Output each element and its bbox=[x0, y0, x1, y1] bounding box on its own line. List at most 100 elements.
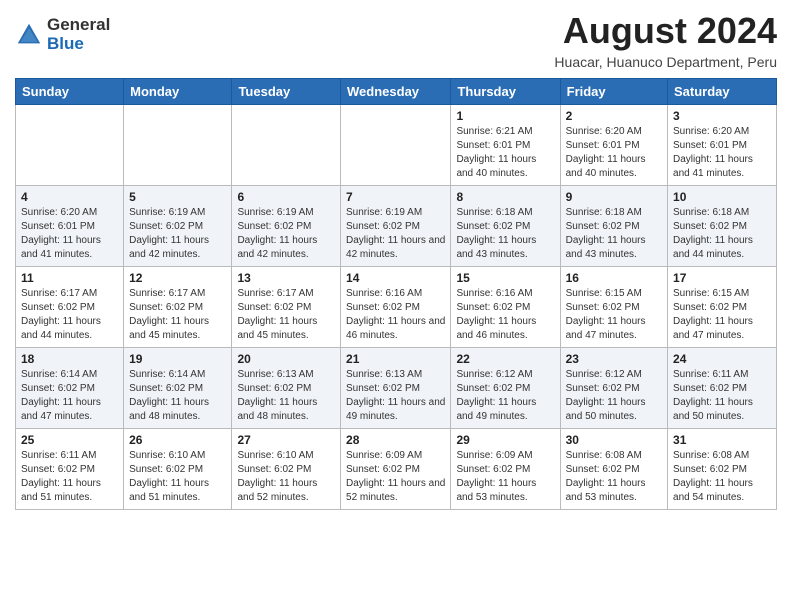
day-info: Sunrise: 6:16 AM Sunset: 6:02 PM Dayligh… bbox=[346, 287, 445, 343]
calendar-cell bbox=[341, 105, 451, 186]
header-monday: Monday bbox=[124, 79, 232, 105]
day-number: 24 bbox=[673, 352, 771, 366]
day-info: Sunrise: 6:10 AM Sunset: 6:02 PM Dayligh… bbox=[237, 449, 335, 505]
day-number: 3 bbox=[673, 109, 771, 123]
day-number: 19 bbox=[129, 352, 226, 366]
day-info: Sunrise: 6:09 AM Sunset: 6:02 PM Dayligh… bbox=[456, 449, 554, 505]
calendar-cell: 30 Sunrise: 6:08 AM Sunset: 6:02 PM Dayli… bbox=[560, 429, 667, 510]
day-info: Sunrise: 6:17 AM Sunset: 6:02 PM Dayligh… bbox=[21, 287, 118, 343]
day-info: Sunrise: 6:15 AM Sunset: 6:02 PM Dayligh… bbox=[566, 287, 662, 343]
day-info: Sunrise: 6:12 AM Sunset: 6:02 PM Dayligh… bbox=[566, 368, 662, 424]
calendar-cell: 29 Sunrise: 6:09 AM Sunset: 6:02 PM Dayli… bbox=[451, 429, 560, 510]
calendar: SundayMondayTuesdayWednesdayThursdayFrid… bbox=[15, 78, 777, 510]
calendar-cell: 31 Sunrise: 6:08 AM Sunset: 6:02 PM Dayli… bbox=[668, 429, 777, 510]
calendar-cell: 10 Sunrise: 6:18 AM Sunset: 6:02 PM Dayli… bbox=[668, 186, 777, 267]
day-number: 23 bbox=[566, 352, 662, 366]
day-number: 20 bbox=[237, 352, 335, 366]
calendar-cell: 16 Sunrise: 6:15 AM Sunset: 6:02 PM Dayli… bbox=[560, 267, 667, 348]
day-info: Sunrise: 6:11 AM Sunset: 6:02 PM Dayligh… bbox=[21, 449, 118, 505]
day-number: 31 bbox=[673, 433, 771, 447]
day-number: 14 bbox=[346, 271, 445, 285]
logo: General Blue bbox=[15, 16, 110, 53]
logo-text: General Blue bbox=[47, 16, 110, 53]
week-row-1: 1 Sunrise: 6:21 AM Sunset: 6:01 PM Daylig… bbox=[16, 105, 777, 186]
calendar-cell bbox=[16, 105, 124, 186]
day-info: Sunrise: 6:08 AM Sunset: 6:02 PM Dayligh… bbox=[566, 449, 662, 505]
day-number: 25 bbox=[21, 433, 118, 447]
day-info: Sunrise: 6:13 AM Sunset: 6:02 PM Dayligh… bbox=[346, 368, 445, 424]
day-number: 9 bbox=[566, 190, 662, 204]
day-number: 11 bbox=[21, 271, 118, 285]
day-info: Sunrise: 6:20 AM Sunset: 6:01 PM Dayligh… bbox=[566, 125, 662, 181]
calendar-header-row: SundayMondayTuesdayWednesdayThursdayFrid… bbox=[16, 79, 777, 105]
day-number: 17 bbox=[673, 271, 771, 285]
page: General Blue August 2024 Huacar, Huanuco… bbox=[0, 0, 792, 525]
day-number: 18 bbox=[21, 352, 118, 366]
day-info: Sunrise: 6:19 AM Sunset: 6:02 PM Dayligh… bbox=[129, 206, 226, 262]
day-info: Sunrise: 6:14 AM Sunset: 6:02 PM Dayligh… bbox=[129, 368, 226, 424]
day-number: 29 bbox=[456, 433, 554, 447]
logo-blue: Blue bbox=[47, 35, 110, 54]
calendar-cell bbox=[232, 105, 341, 186]
calendar-cell: 9Sunrise: 6:18 AM Sunset: 6:02 PM Daylig… bbox=[560, 186, 667, 267]
day-number: 22 bbox=[456, 352, 554, 366]
day-number: 2 bbox=[566, 109, 662, 123]
day-info: Sunrise: 6:09 AM Sunset: 6:02 PM Dayligh… bbox=[346, 449, 445, 505]
day-info: Sunrise: 6:11 AM Sunset: 6:02 PM Dayligh… bbox=[673, 368, 771, 424]
day-number: 8 bbox=[456, 190, 554, 204]
day-number: 4 bbox=[21, 190, 118, 204]
calendar-cell: 17 Sunrise: 6:15 AM Sunset: 6:02 PM Dayli… bbox=[668, 267, 777, 348]
calendar-cell: 15Sunrise: 6:16 AM Sunset: 6:02 PM Dayli… bbox=[451, 267, 560, 348]
day-info: Sunrise: 6:08 AM Sunset: 6:02 PM Dayligh… bbox=[673, 449, 771, 505]
calendar-cell: 22 Sunrise: 6:12 AM Sunset: 6:02 PM Dayli… bbox=[451, 348, 560, 429]
day-info: Sunrise: 6:12 AM Sunset: 6:02 PM Dayligh… bbox=[456, 368, 554, 424]
day-number: 1 bbox=[456, 109, 554, 123]
day-info: Sunrise: 6:13 AM Sunset: 6:02 PM Dayligh… bbox=[237, 368, 335, 424]
calendar-cell: 4 Sunrise: 6:20 AM Sunset: 6:01 PM Daylig… bbox=[16, 186, 124, 267]
week-row-3: 11 Sunrise: 6:17 AM Sunset: 6:02 PM Dayli… bbox=[16, 267, 777, 348]
header-friday: Friday bbox=[560, 79, 667, 105]
day-number: 26 bbox=[129, 433, 226, 447]
day-info: Sunrise: 6:21 AM Sunset: 6:01 PM Dayligh… bbox=[456, 125, 554, 181]
subtitle: Huacar, Huanuco Department, Peru bbox=[554, 54, 777, 70]
day-info: Sunrise: 6:17 AM Sunset: 6:02 PM Dayligh… bbox=[237, 287, 335, 343]
day-info: Sunrise: 6:20 AM Sunset: 6:01 PM Dayligh… bbox=[21, 206, 118, 262]
day-info: Sunrise: 6:15 AM Sunset: 6:02 PM Dayligh… bbox=[673, 287, 771, 343]
week-row-5: 25 Sunrise: 6:11 AM Sunset: 6:02 PM Dayli… bbox=[16, 429, 777, 510]
day-info: Sunrise: 6:18 AM Sunset: 6:02 PM Dayligh… bbox=[673, 206, 771, 262]
day-info: Sunrise: 6:17 AM Sunset: 6:02 PM Dayligh… bbox=[129, 287, 226, 343]
calendar-cell: 14 Sunrise: 6:16 AM Sunset: 6:02 PM Dayli… bbox=[341, 267, 451, 348]
calendar-cell: 7Sunrise: 6:19 AM Sunset: 6:02 PM Daylig… bbox=[341, 186, 451, 267]
calendar-cell: 23 Sunrise: 6:12 AM Sunset: 6:02 PM Dayli… bbox=[560, 348, 667, 429]
day-info: Sunrise: 6:19 AM Sunset: 6:02 PM Dayligh… bbox=[237, 206, 335, 262]
day-number: 7 bbox=[346, 190, 445, 204]
week-row-4: 18 Sunrise: 6:14 AM Sunset: 6:02 PM Dayli… bbox=[16, 348, 777, 429]
header: General Blue August 2024 Huacar, Huanuco… bbox=[15, 10, 777, 70]
day-number: 12 bbox=[129, 271, 226, 285]
day-number: 10 bbox=[673, 190, 771, 204]
day-number: 16 bbox=[566, 271, 662, 285]
day-info: Sunrise: 6:10 AM Sunset: 6:02 PM Dayligh… bbox=[129, 449, 226, 505]
day-info: Sunrise: 6:14 AM Sunset: 6:02 PM Dayligh… bbox=[21, 368, 118, 424]
header-tuesday: Tuesday bbox=[232, 79, 341, 105]
calendar-cell: 19 Sunrise: 6:14 AM Sunset: 6:02 PM Dayli… bbox=[124, 348, 232, 429]
day-number: 27 bbox=[237, 433, 335, 447]
day-info: Sunrise: 6:16 AM Sunset: 6:02 PM Dayligh… bbox=[456, 287, 554, 343]
day-number: 5 bbox=[129, 190, 226, 204]
header-sunday: Sunday bbox=[16, 79, 124, 105]
calendar-cell: 3Sunrise: 6:20 AM Sunset: 6:01 PM Daylig… bbox=[668, 105, 777, 186]
calendar-cell: 21Sunrise: 6:13 AM Sunset: 6:02 PM Dayli… bbox=[341, 348, 451, 429]
title-block: August 2024 Huacar, Huanuco Department, … bbox=[554, 10, 777, 70]
header-saturday: Saturday bbox=[668, 79, 777, 105]
calendar-cell: 12 Sunrise: 6:17 AM Sunset: 6:02 PM Dayli… bbox=[124, 267, 232, 348]
calendar-cell bbox=[124, 105, 232, 186]
calendar-cell: 25 Sunrise: 6:11 AM Sunset: 6:02 PM Dayli… bbox=[16, 429, 124, 510]
calendar-cell: 24 Sunrise: 6:11 AM Sunset: 6:02 PM Dayli… bbox=[668, 348, 777, 429]
day-number: 13 bbox=[237, 271, 335, 285]
logo-icon bbox=[15, 21, 43, 49]
calendar-cell: 2 Sunrise: 6:20 AM Sunset: 6:01 PM Daylig… bbox=[560, 105, 667, 186]
main-title: August 2024 bbox=[554, 10, 777, 52]
week-row-2: 4 Sunrise: 6:20 AM Sunset: 6:01 PM Daylig… bbox=[16, 186, 777, 267]
calendar-cell: 8Sunrise: 6:18 AM Sunset: 6:02 PM Daylig… bbox=[451, 186, 560, 267]
day-number: 30 bbox=[566, 433, 662, 447]
